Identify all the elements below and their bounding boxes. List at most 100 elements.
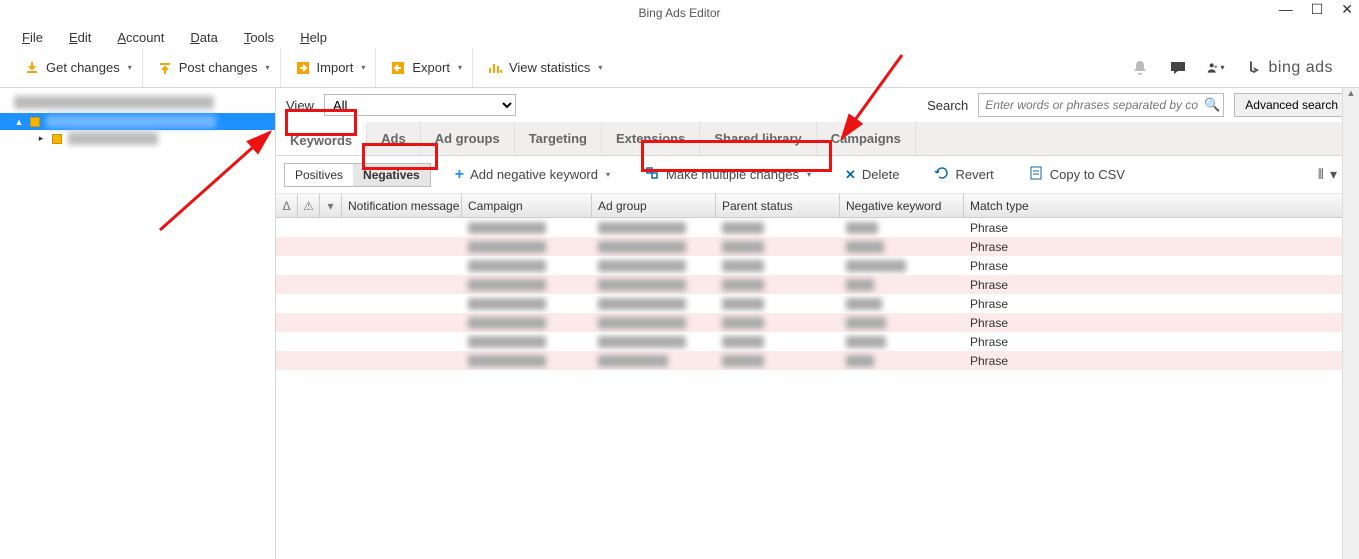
cell-adgroup bbox=[592, 313, 716, 332]
menu-tools[interactable]: Tools bbox=[244, 30, 274, 45]
table-row[interactable]: Phrase bbox=[276, 313, 1359, 332]
table-row[interactable]: Phrase bbox=[276, 351, 1359, 370]
cell-icons bbox=[276, 218, 342, 237]
bell-icon[interactable] bbox=[1131, 59, 1149, 77]
advanced-search-button[interactable]: Advanced search bbox=[1234, 93, 1349, 117]
caret-icon: ▾ bbox=[598, 63, 602, 72]
menu-file[interactable]: File bbox=[22, 30, 43, 45]
cell-icons bbox=[276, 332, 342, 351]
window-controls: — ☐ ✕ bbox=[1279, 2, 1353, 16]
cell-icons bbox=[276, 237, 342, 256]
header-campaign[interactable]: Campaign bbox=[462, 194, 592, 217]
cell-match-type: Phrase bbox=[964, 275, 1354, 294]
cell-adgroup bbox=[592, 237, 716, 256]
import-label: Import bbox=[317, 60, 354, 75]
title-bar: Bing Ads Editor — ☐ ✕ bbox=[0, 0, 1359, 26]
tab-campaigns[interactable]: Campaigns bbox=[817, 122, 916, 155]
tab-ads[interactable]: Ads bbox=[367, 122, 421, 155]
delete-button[interactable]: ✕ Delete bbox=[835, 161, 909, 189]
caret-icon: ▾ bbox=[361, 63, 365, 72]
cell-icons bbox=[276, 351, 342, 370]
cell-notification bbox=[342, 275, 462, 294]
cell-adgroup bbox=[592, 294, 716, 313]
copy-to-csv-button[interactable]: Copy to CSV bbox=[1018, 161, 1135, 189]
maximize-button[interactable]: ☐ bbox=[1311, 2, 1324, 16]
export-button[interactable]: Export ▾ bbox=[380, 48, 473, 87]
header-negative-keyword[interactable]: Negative keyword bbox=[840, 194, 964, 217]
cell-icons bbox=[276, 256, 342, 275]
caret-icon: ▾ bbox=[1330, 166, 1337, 183]
table-row[interactable]: Phrase bbox=[276, 294, 1359, 313]
search-icon[interactable]: 🔍 bbox=[1204, 97, 1220, 113]
search-label: Search bbox=[927, 98, 968, 113]
cell-notification bbox=[342, 351, 462, 370]
tab-ad-groups[interactable]: Ad groups bbox=[421, 122, 515, 155]
cell-campaign bbox=[462, 294, 592, 313]
cell-campaign bbox=[462, 351, 592, 370]
minimize-button[interactable]: — bbox=[1279, 2, 1293, 16]
header-match-type[interactable]: Match type bbox=[964, 194, 1354, 217]
cell-adgroup bbox=[592, 351, 716, 370]
view-select[interactable]: All bbox=[324, 94, 516, 116]
cell-negative-keyword bbox=[840, 275, 964, 294]
get-changes-label: Get changes bbox=[46, 60, 120, 75]
view-statistics-button[interactable]: View statistics ▾ bbox=[477, 48, 612, 87]
cell-notification bbox=[342, 332, 462, 351]
search-input[interactable] bbox=[978, 93, 1224, 117]
sidebar-item[interactable]: ▲ bbox=[0, 113, 275, 130]
header-dropdown[interactable]: ▾ bbox=[320, 194, 342, 217]
positives-button[interactable]: Positives bbox=[285, 164, 353, 186]
cell-notification bbox=[342, 313, 462, 332]
menu-data[interactable]: Data bbox=[190, 30, 217, 45]
import-icon bbox=[295, 60, 311, 76]
x-icon: ✕ bbox=[845, 167, 856, 183]
post-changes-button[interactable]: Post changes ▾ bbox=[147, 48, 281, 87]
tab-keywords[interactable]: Keywords bbox=[276, 122, 367, 155]
menu-edit[interactable]: Edit bbox=[69, 30, 91, 45]
table-body: Phrase Phrase Phrase Phrase Phrase bbox=[276, 218, 1359, 370]
tab-shared-library[interactable]: Shared library bbox=[700, 122, 816, 155]
import-button[interactable]: Import ▾ bbox=[285, 48, 377, 87]
cell-campaign bbox=[462, 237, 592, 256]
table-row[interactable]: Phrase bbox=[276, 218, 1359, 237]
header-alert[interactable]: ⚠ bbox=[298, 194, 320, 217]
cell-notification bbox=[342, 218, 462, 237]
user-icon[interactable]: ▾ bbox=[1207, 59, 1225, 77]
table-row[interactable]: Phrase bbox=[276, 332, 1359, 351]
sidebar-account[interactable] bbox=[14, 96, 267, 109]
cell-icons bbox=[276, 275, 342, 294]
get-changes-button[interactable]: Get changes ▾ bbox=[14, 48, 143, 87]
header-parent-status[interactable]: Parent status bbox=[716, 194, 840, 217]
header-adgroup[interactable]: Ad group bbox=[592, 194, 716, 217]
chart-icon bbox=[487, 60, 503, 76]
view-stats-label: View statistics bbox=[509, 60, 590, 75]
multi-edit-icon bbox=[644, 165, 660, 184]
cell-parent-status bbox=[716, 256, 840, 275]
header-notification[interactable]: Notification message bbox=[342, 194, 462, 217]
cell-campaign bbox=[462, 332, 592, 351]
export-label: Export bbox=[412, 60, 450, 75]
posneg-segment: Positives Negatives bbox=[284, 163, 431, 187]
sidebar-item[interactable]: ▸ bbox=[0, 130, 275, 147]
table-row[interactable]: Phrase bbox=[276, 237, 1359, 256]
cell-adgroup bbox=[592, 332, 716, 351]
add-negative-keyword-button[interactable]: + Add negative keyword ▾ bbox=[445, 161, 620, 189]
columns-icon: ⦀ bbox=[1318, 166, 1324, 183]
close-button[interactable]: ✕ bbox=[1341, 2, 1353, 16]
negatives-button[interactable]: Negatives bbox=[353, 164, 430, 186]
menu-help[interactable]: Help bbox=[300, 30, 327, 45]
header-delta[interactable]: Δ bbox=[276, 194, 298, 217]
download-icon bbox=[24, 60, 40, 76]
menu-account[interactable]: Account bbox=[117, 30, 164, 45]
entity-tabs: KeywordsAdsAd groupsTargetingExtensionsS… bbox=[276, 122, 1359, 156]
cell-match-type: Phrase bbox=[964, 332, 1354, 351]
chat-icon[interactable] bbox=[1169, 59, 1187, 77]
make-multiple-changes-button[interactable]: Make multiple changes ▾ bbox=[634, 161, 821, 189]
table-row[interactable]: Phrase bbox=[276, 256, 1359, 275]
revert-button[interactable]: Revert bbox=[923, 161, 1003, 189]
tab-targeting[interactable]: Targeting bbox=[515, 122, 602, 155]
account-name-redacted bbox=[14, 96, 214, 109]
tab-extensions[interactable]: Extensions bbox=[602, 122, 700, 155]
vertical-scrollbar[interactable]: ▲ bbox=[1342, 88, 1359, 559]
table-row[interactable]: Phrase bbox=[276, 275, 1359, 294]
